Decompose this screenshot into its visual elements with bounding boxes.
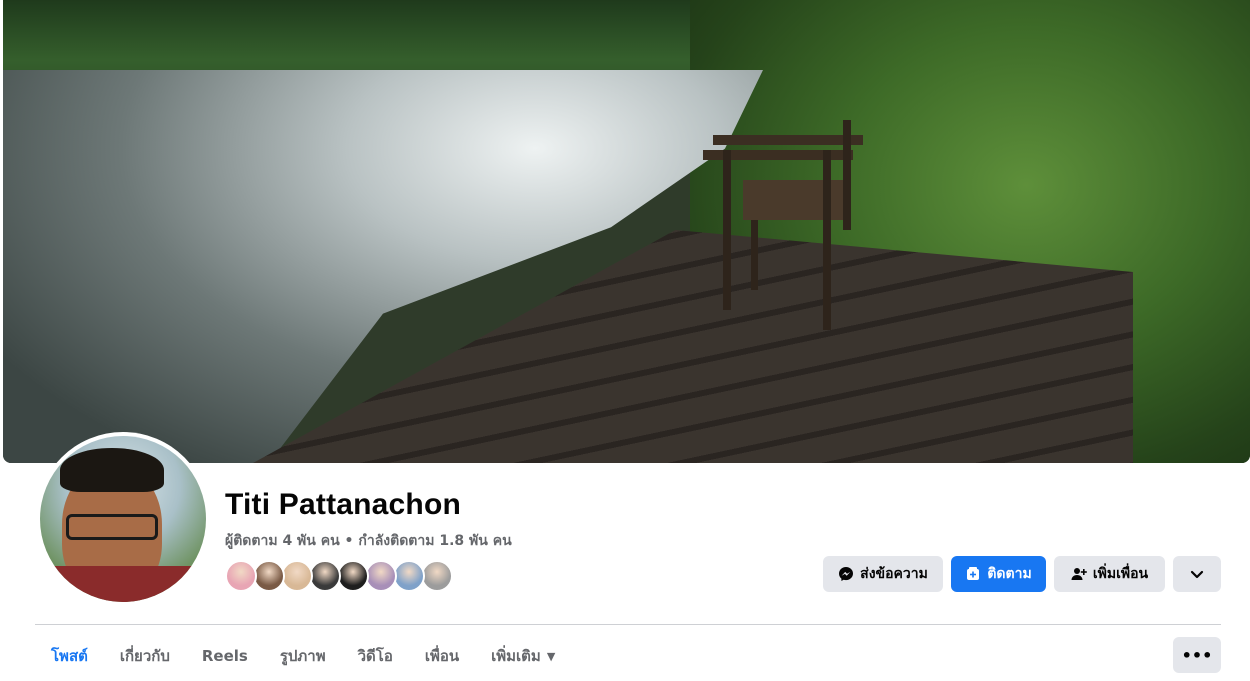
tab-posts[interactable]: โพสต์ — [35, 636, 104, 676]
messenger-icon — [839, 567, 854, 581]
more-options-button[interactable]: ••• — [1173, 637, 1221, 673]
tab-about-label: เกี่ยวกับ — [119, 647, 170, 665]
tabs-divider — [35, 624, 1221, 625]
tab-about[interactable]: เกี่ยวกับ — [104, 636, 186, 676]
profile-dropdown-button[interactable] — [1173, 556, 1221, 592]
tab-videos-label: วิดีโอ — [357, 647, 393, 665]
add-friend-button[interactable]: เพิ่มเพื่อน — [1054, 556, 1165, 592]
tab-friends-label: เพื่อน — [424, 647, 460, 665]
follower-count[interactable]: ผู้ติดตาม 4 พัน คน • กำลังติดตาม 1.8 พัน… — [225, 530, 512, 552]
avatar-shirt — [40, 566, 206, 602]
tab-reels[interactable]: Reels — [186, 636, 264, 676]
cover-chair — [703, 120, 863, 330]
tab-more-label: เพิ่มเติม — [491, 647, 541, 665]
mutual-friend-avatars — [225, 560, 453, 592]
friend-avatar[interactable] — [421, 560, 453, 592]
friend-avatar[interactable] — [309, 560, 341, 592]
add-friend-icon — [1071, 568, 1087, 580]
friend-avatar[interactable] — [253, 560, 285, 592]
profile-tabs: โพสต์ เกี่ยวกับ Reels รูปภาพ วิดีโอ เพื่… — [35, 636, 571, 676]
cover-photo[interactable] — [3, 0, 1250, 463]
tab-reels-label: Reels — [201, 647, 248, 665]
tab-friends[interactable]: เพื่อน — [409, 636, 475, 676]
friend-avatar[interactable] — [365, 560, 397, 592]
profile-page: Titi Pattanachon ผู้ติดตาม 4 พัน คน • กำ… — [0, 0, 1250, 681]
friend-avatar[interactable] — [281, 560, 313, 592]
add-friend-button-label: เพิ่มเพื่อน — [1092, 566, 1149, 582]
friend-avatar[interactable] — [393, 560, 425, 592]
avatar-hair — [60, 448, 164, 492]
tab-photos-label: รูปภาพ — [279, 647, 326, 665]
tab-more[interactable]: เพิ่มเติม ▼ — [475, 636, 571, 676]
tab-posts-label: โพสต์ — [51, 647, 88, 665]
avatar-photo — [40, 436, 206, 602]
friend-avatar[interactable] — [337, 560, 369, 592]
follow-button-label: ติดตาม — [987, 566, 1032, 582]
follow-icon — [967, 567, 980, 580]
friend-avatar[interactable] — [225, 560, 257, 592]
more-dots-icon: ••• — [1181, 645, 1213, 665]
chevron-down-icon — [1190, 570, 1204, 579]
follow-button[interactable]: ติดตาม — [951, 556, 1046, 592]
message-button-label: ส่งข้อความ — [860, 566, 928, 582]
tab-photos[interactable]: รูปภาพ — [264, 636, 342, 676]
profile-name: Titi Pattanachon — [225, 488, 462, 521]
tab-videos[interactable]: วิดีโอ — [342, 636, 409, 676]
profile-avatar[interactable] — [36, 432, 210, 606]
message-button[interactable]: ส่งข้อความ — [823, 556, 943, 592]
caret-down-icon: ▼ — [546, 649, 556, 663]
avatar-glasses — [66, 514, 158, 540]
